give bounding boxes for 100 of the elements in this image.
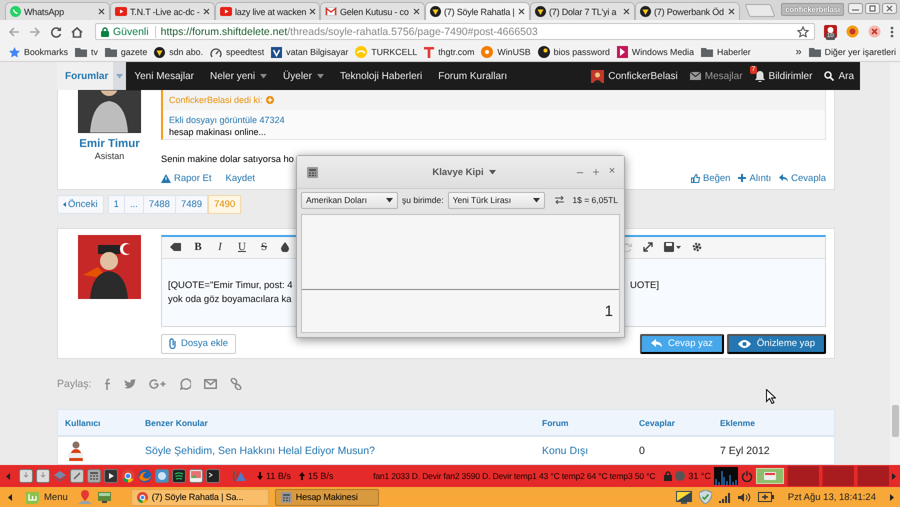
- currency-dropdown[interactable]: Amerikan Doları: [301, 192, 398, 208]
- format-button[interactable]: S: [259, 241, 269, 254]
- bookmark-item[interactable]: WinUSB: [481, 46, 531, 58]
- google-plus-icon[interactable]: [149, 379, 166, 390]
- action-link[interactable]: Alıntı: [738, 172, 772, 184]
- nav-tab[interactable]: Forumlar: [57, 62, 126, 90]
- bookmark-item[interactable]: Bookmarks: [9, 46, 68, 58]
- display-icon[interactable]: [676, 490, 692, 504]
- format-button[interactable]: B: [193, 241, 203, 254]
- bookmark-item[interactable]: vatan Bilgisayar: [271, 46, 348, 58]
- close-icon[interactable]: [413, 8, 420, 15]
- bookmark-item[interactable]: Windows Media: [616, 46, 694, 58]
- round-app-icon[interactable]: [155, 469, 169, 483]
- thread-link[interactable]: Söyle Şehidim, Sen Hakkını Helal Ediyor Musun?: [145, 444, 542, 456]
- maximize-icon[interactable]: [865, 3, 880, 14]
- reload-icon[interactable]: [50, 26, 62, 38]
- display-applet-icon[interactable]: [756, 468, 784, 484]
- caret-left-icon[interactable]: [8, 494, 12, 500]
- swap-icon[interactable]: [554, 196, 564, 204]
- nav-tab[interactable]: Yeni Mesajlar: [126, 62, 202, 90]
- signal-icon[interactable]: [718, 492, 731, 502]
- browser-tab[interactable]: (7) Dolar 7 TL'yi a: [530, 2, 635, 20]
- extension-icon[interactable]: [846, 25, 859, 38]
- caret-left-icon[interactable]: [6, 472, 10, 480]
- currency-dropdown[interactable]: Yeni Türk Lirası: [448, 192, 545, 208]
- forum-link[interactable]: Konu Dışı: [542, 444, 639, 456]
- sound-waves-icon[interactable]: [172, 469, 186, 483]
- battery-icon[interactable]: [758, 492, 774, 502]
- taskbar-window-button[interactable]: (7) Söyle Rahatla | Sa...: [130, 488, 269, 506]
- save-menu-icon[interactable]: [664, 242, 681, 252]
- menu-icon[interactable]: [890, 26, 894, 38]
- user-menu[interactable]: ConfickerBelasi: [585, 62, 684, 90]
- bookmark-item[interactable]: tv: [75, 47, 98, 57]
- close-icon[interactable]: [623, 8, 630, 15]
- close-icon[interactable]: [882, 3, 897, 14]
- nav-tab[interactable]: Teknoloji Haberleri: [332, 62, 430, 90]
- action-link[interactable]: Cevapla: [779, 172, 826, 184]
- expand-icon[interactable]: [643, 242, 653, 252]
- caret-right-icon[interactable]: [890, 494, 894, 500]
- bookmark-star-icon[interactable]: [797, 26, 809, 38]
- close-button[interactable]: ×: [606, 164, 618, 180]
- bookmark-item[interactable]: TURKCELL: [355, 46, 418, 58]
- security-chip[interactable]: Güvenli: [101, 26, 156, 38]
- bookmark-item[interactable]: sdn abo.: [154, 46, 204, 58]
- whatsapp-icon[interactable]: [179, 378, 192, 390]
- browser-tab[interactable]: (7) Söyle Rahatla |: [425, 2, 530, 20]
- drive-icon[interactable]: [36, 469, 50, 483]
- power-icon[interactable]: [741, 470, 753, 482]
- close-icon[interactable]: [518, 8, 525, 15]
- menu-button[interactable]: Menu: [26, 490, 68, 504]
- maximize-button[interactable]: +: [590, 164, 602, 180]
- globe-icon[interactable]: [138, 469, 152, 483]
- search-link[interactable]: Ara: [818, 62, 860, 90]
- close-icon[interactable]: [203, 8, 210, 15]
- close-icon[interactable]: [728, 8, 735, 15]
- image-icon[interactable]: [189, 469, 203, 483]
- link-icon[interactable]: [230, 378, 242, 390]
- taskbar-window-button[interactable]: Hesap Makinesi: [274, 488, 379, 506]
- terminal-icon[interactable]: [206, 469, 220, 483]
- bookmark-item[interactable]: thgtr.com: [424, 46, 474, 58]
- page-button[interactable]: ...: [124, 194, 144, 214]
- speaker-icon[interactable]: [738, 492, 751, 502]
- author-name[interactable]: Emir Timur: [79, 138, 140, 150]
- settings-icon[interactable]: [692, 242, 702, 252]
- drive-icon[interactable]: [19, 469, 33, 483]
- facebook-icon[interactable]: [104, 378, 112, 390]
- page-button[interactable]: 7488: [144, 194, 176, 214]
- more-bookmarks-button[interactable]: »: [796, 46, 802, 58]
- format-button[interactable]: U: [237, 241, 247, 254]
- nav-tab[interactable]: Üyeler: [275, 62, 332, 90]
- video-icon[interactable]: [104, 469, 118, 483]
- action-link[interactable]: Kaydet: [226, 172, 256, 184]
- close-icon[interactable]: [98, 8, 105, 15]
- bookmark-folder[interactable]: Diğer yer işaretleri: [808, 47, 896, 57]
- preview-button[interactable]: Önizleme yap: [726, 334, 826, 354]
- format-button[interactable]: I: [215, 241, 225, 254]
- nav-tab[interactable]: Neler yeni: [202, 62, 276, 90]
- attachment-link[interactable]: Ekli dosyayı görüntüle 47324: [169, 115, 285, 125]
- page-button[interactable]: 7489: [176, 194, 208, 214]
- eraser-icon[interactable]: [170, 242, 181, 252]
- monitor-icon[interactable]: [98, 492, 111, 502]
- extension-icon[interactable]: [868, 25, 881, 38]
- browser-tab[interactable]: WhatsApp: [5, 2, 110, 20]
- previous-page-button[interactable]: Önceki: [57, 194, 104, 214]
- bookmark-item[interactable]: Haberler: [701, 47, 751, 57]
- attach-file-button[interactable]: Dosya ekle: [161, 334, 236, 354]
- scrollbar-thumb[interactable]: [892, 405, 898, 437]
- minimize-icon[interactable]: [848, 3, 863, 14]
- twitter-icon[interactable]: [124, 379, 136, 390]
- close-icon[interactable]: [309, 8, 316, 15]
- bookmark-item[interactable]: gazete: [104, 47, 148, 57]
- home-icon[interactable]: [71, 26, 83, 38]
- messages-link[interactable]: Mesajlar: [684, 62, 749, 90]
- browser-tab[interactable]: T.N.T -Live ac-dc -: [110, 2, 215, 20]
- action-link[interactable]: Rapor Et: [161, 172, 212, 184]
- browser-tab[interactable]: (7) Powerbank Öd: [635, 2, 740, 20]
- action-link[interactable]: Beğen: [691, 172, 730, 184]
- round-logo-icon[interactable]: [121, 469, 135, 483]
- browser-tab[interactable]: Gelen Kutusu - co: [320, 2, 425, 20]
- browser-tab[interactable]: lazy live at wacken: [215, 2, 320, 20]
